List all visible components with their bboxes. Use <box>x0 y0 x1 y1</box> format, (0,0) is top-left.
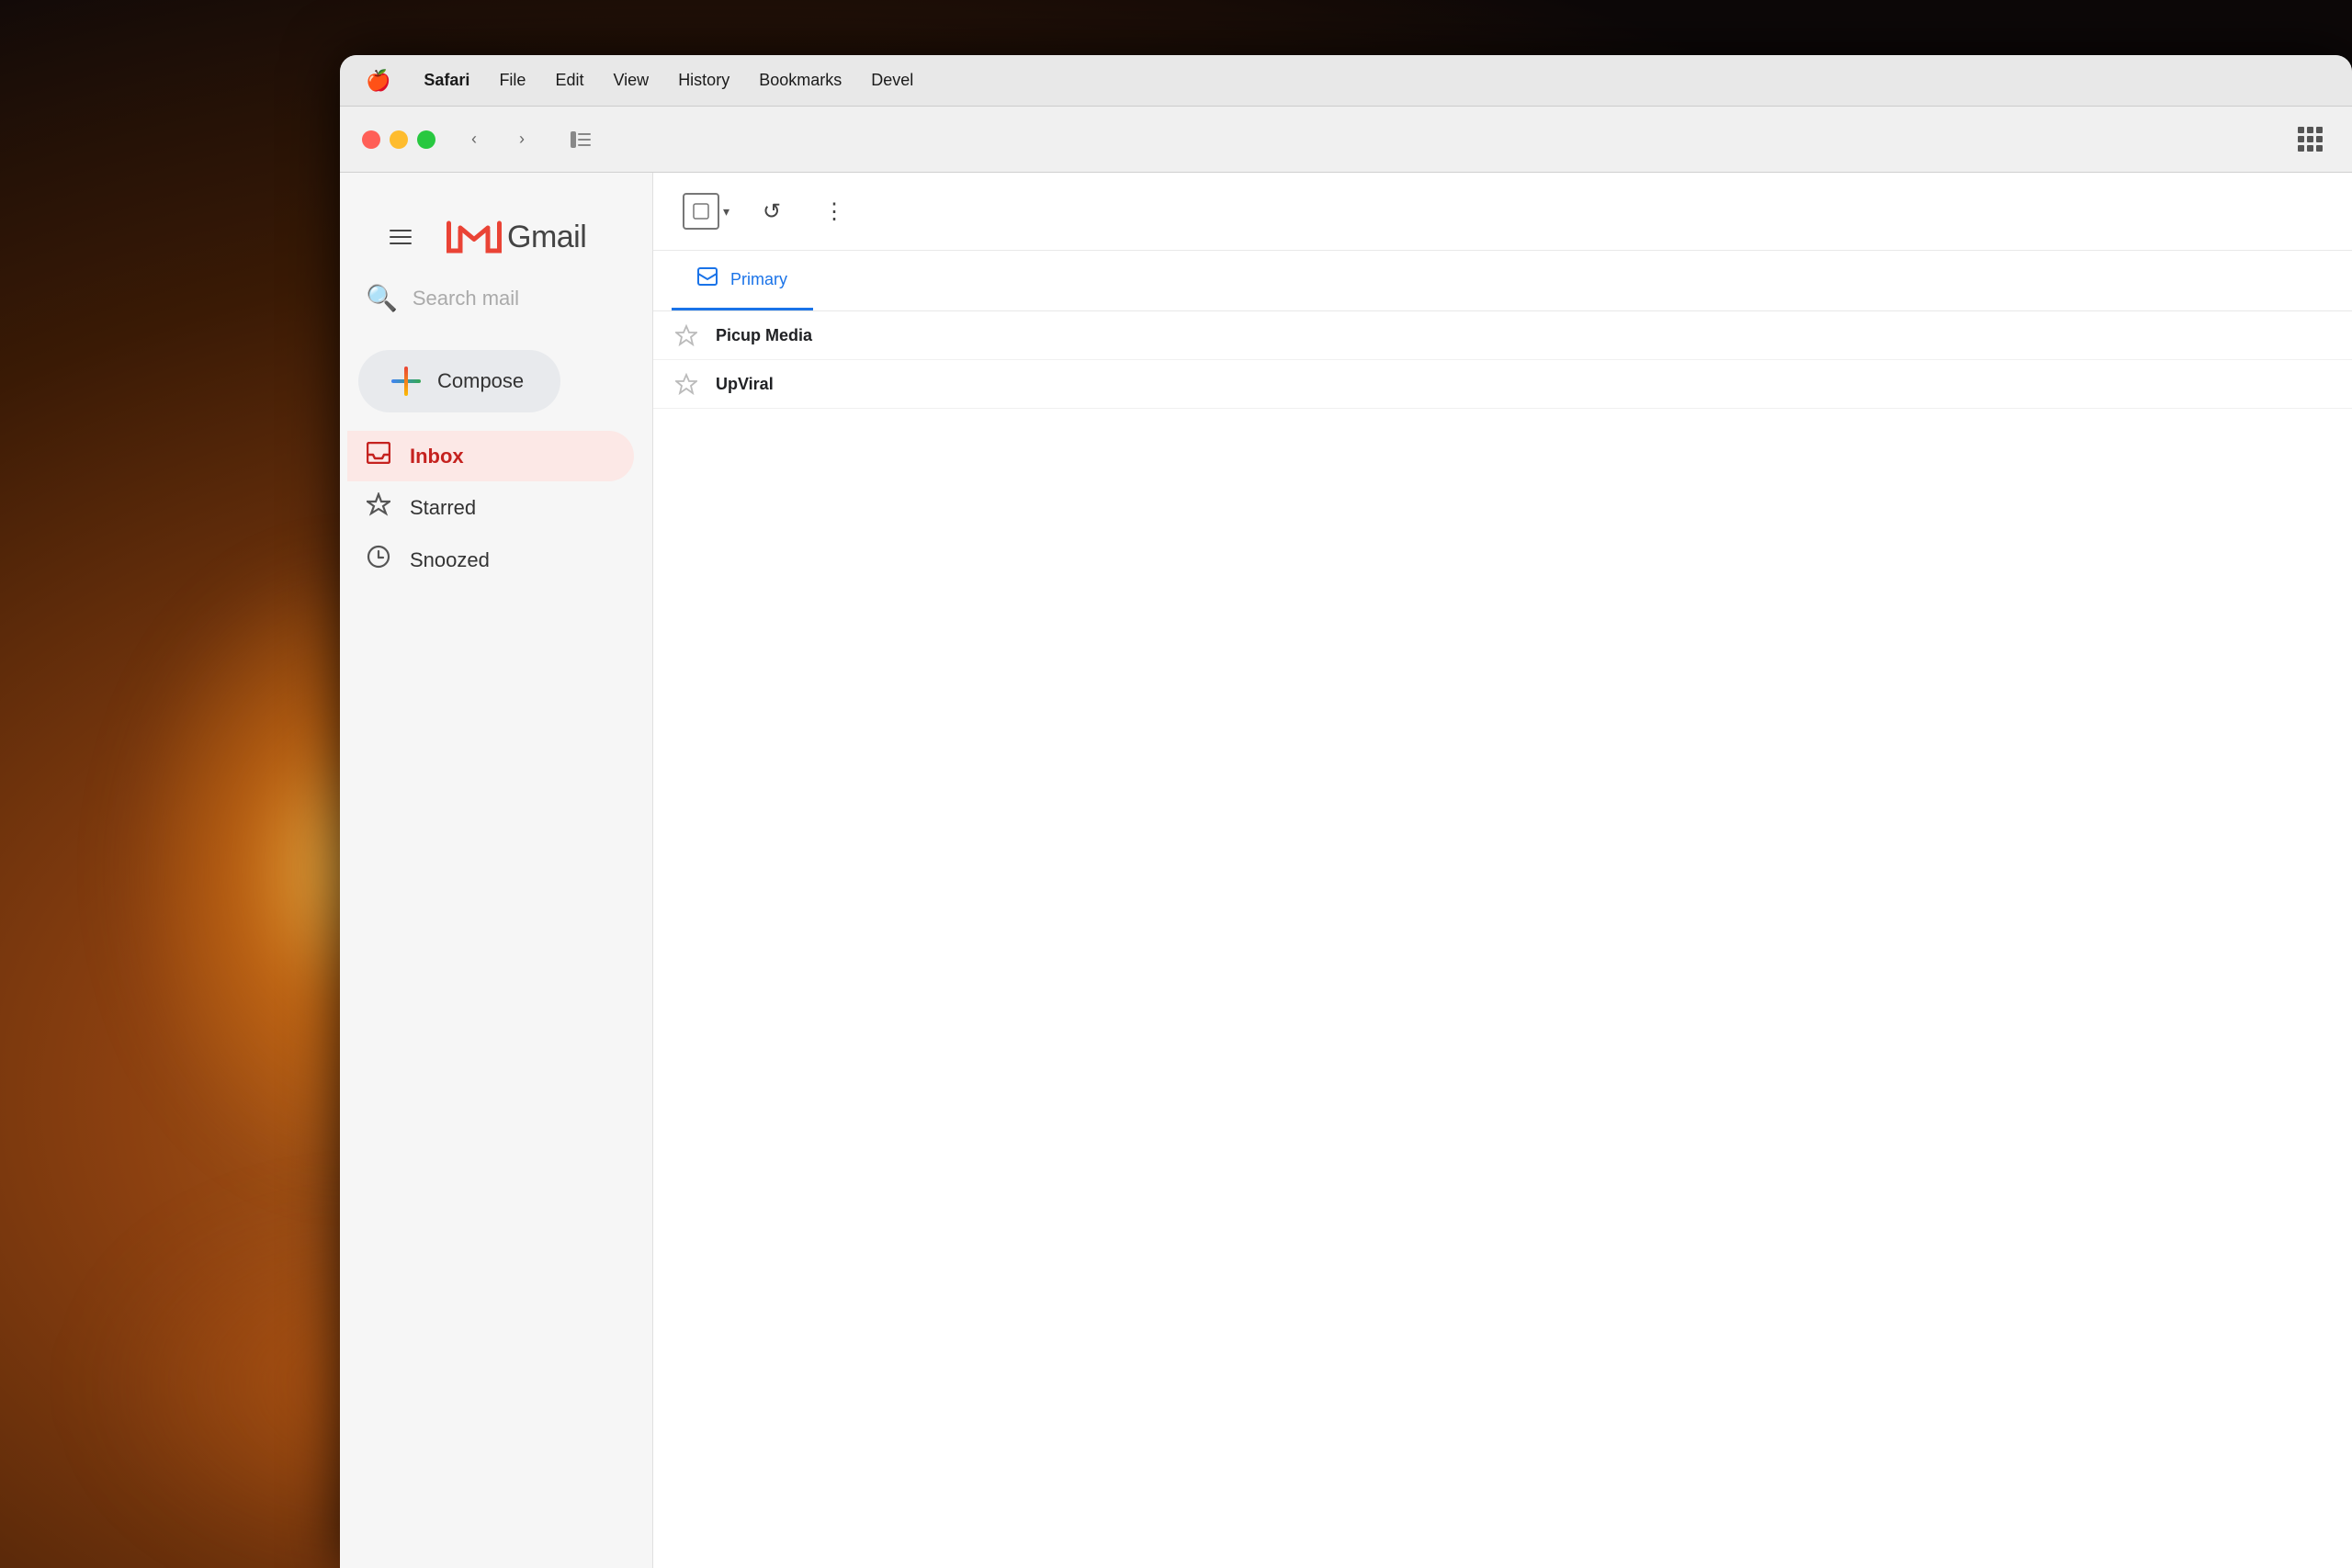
close-button[interactable] <box>362 130 380 149</box>
checkbox-icon <box>693 203 709 220</box>
email-row[interactable]: Picup Media <box>653 311 2352 360</box>
gmail-logo: Gmail <box>447 215 586 259</box>
hamburger-line-1 <box>390 230 412 231</box>
apps-grid-button[interactable] <box>2290 123 2330 156</box>
sidebar-toggle-icon <box>571 131 591 148</box>
menubar-view[interactable]: View <box>613 71 649 90</box>
email-sender: UpViral <box>716 375 899 394</box>
starred-label: Starred <box>410 496 476 520</box>
email-row[interactable]: UpViral <box>653 360 2352 409</box>
email-star-icon[interactable] <box>675 324 697 346</box>
gmail-main-panel: ▾ ↺ ⋮ Primary <box>652 173 2352 1568</box>
snoozed-label: Snoozed <box>410 548 490 572</box>
search-placeholder: Search mail <box>413 287 519 310</box>
gmail-m-icon <box>447 215 502 259</box>
menubar-devel[interactable]: Devel <box>871 71 913 90</box>
back-icon: ‹ <box>471 130 477 149</box>
nav-item-snoozed[interactable]: Snoozed <box>347 534 634 586</box>
more-options-button[interactable]: ⋮ <box>814 191 854 231</box>
select-all-checkbox[interactable] <box>683 193 719 230</box>
select-all-area: ▾ <box>683 193 729 230</box>
tab-primary[interactable]: Primary <box>672 251 813 310</box>
inbox-icon <box>366 442 391 470</box>
mac-frame: 🍎 Safari File Edit View History Bookmark… <box>340 55 2352 1568</box>
search-icon: 🔍 <box>366 283 398 313</box>
menubar: 🍎 Safari File Edit View History Bookmark… <box>340 55 2352 107</box>
traffic-lights <box>362 130 435 149</box>
gmail-toolbar: ▾ ↺ ⋮ <box>653 173 2352 251</box>
menubar-bookmarks[interactable]: Bookmarks <box>759 71 842 90</box>
hamburger-line-2 <box>390 236 412 238</box>
select-dropdown-button[interactable]: ▾ <box>723 204 729 220</box>
inbox-label: Inbox <box>410 445 464 468</box>
email-list: Picup Media UpViral <box>653 311 2352 1568</box>
email-star-icon[interactable] <box>675 373 697 395</box>
fullscreen-button[interactable] <box>417 130 435 149</box>
refresh-icon: ↺ <box>763 198 781 225</box>
search-bar[interactable]: 🔍 Search mail <box>347 283 645 332</box>
menubar-file[interactable]: File <box>499 71 526 90</box>
gmail-title: Gmail <box>507 220 586 255</box>
refresh-button[interactable]: ↺ <box>752 191 792 231</box>
safari-toolbar: ‹ › <box>340 107 2352 173</box>
menubar-history[interactable]: History <box>678 71 729 90</box>
tab-primary-label: Primary <box>730 270 787 289</box>
snoozed-icon <box>366 545 391 575</box>
grid-icon <box>2298 127 2323 152</box>
nav-item-starred[interactable]: Starred <box>347 481 634 534</box>
nav-item-inbox[interactable]: Inbox <box>347 431 634 481</box>
forward-icon: › <box>519 130 525 149</box>
forward-button[interactable]: › <box>505 123 538 156</box>
menubar-safari[interactable]: Safari <box>424 71 469 90</box>
hamburger-line-3 <box>390 243 412 244</box>
apple-menu-icon[interactable]: 🍎 <box>366 69 390 93</box>
gmail-sidebar: Gmail 🔍 Search mail Compose <box>340 173 652 1568</box>
gmail-header-row: Gmail <box>347 191 645 283</box>
sidebar-toggle-button[interactable] <box>560 123 601 156</box>
minimize-button[interactable] <box>390 130 408 149</box>
inbox-tabs: Primary <box>653 251 2352 311</box>
starred-icon <box>366 492 391 523</box>
browser-content: Gmail 🔍 Search mail Compose <box>340 173 2352 1568</box>
hamburger-menu-button[interactable] <box>377 213 424 261</box>
more-icon: ⋮ <box>823 198 845 225</box>
email-sender: Picup Media <box>716 326 899 345</box>
tab-primary-icon <box>697 267 718 291</box>
compose-label: Compose <box>437 369 524 393</box>
back-button[interactable]: ‹ <box>458 123 491 156</box>
compose-button[interactable]: Compose <box>358 350 560 412</box>
compose-plus-icon <box>391 367 421 396</box>
menubar-edit[interactable]: Edit <box>555 71 583 90</box>
